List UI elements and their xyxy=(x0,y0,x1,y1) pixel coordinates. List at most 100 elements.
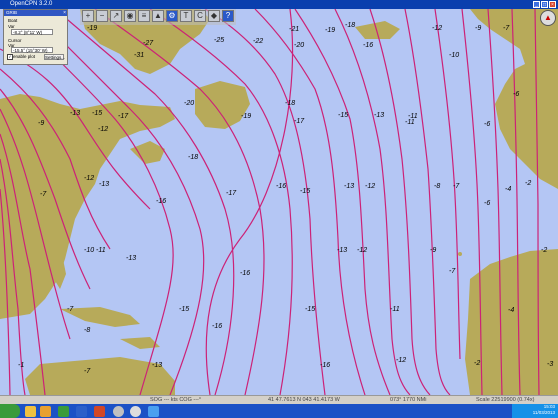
isogonic-label: -27 xyxy=(143,40,154,47)
isogonic-label: -12 xyxy=(365,183,375,190)
ship-icon[interactable]: ▲ xyxy=(152,10,164,22)
isogonic-label: -7 xyxy=(453,183,460,190)
isogonic-label: -16 xyxy=(240,270,250,277)
ais-icon[interactable]: ◆ xyxy=(208,10,220,22)
start-button[interactable] xyxy=(0,404,20,418)
isogonic-label: -2 xyxy=(525,180,531,187)
cursor-var-field: -15.5° (15°30' W) xyxy=(11,47,53,53)
isogonic-label: -8 xyxy=(434,183,440,190)
isogonic-label: -9 xyxy=(430,247,436,254)
help-icon[interactable]: ? xyxy=(222,10,234,22)
tracking-icon[interactable]: ≡ xyxy=(138,10,150,22)
isogonic-label: -9 xyxy=(475,25,481,32)
isogonic-label: -4 xyxy=(505,186,511,193)
settings-button[interactable]: Settings... xyxy=(44,54,65,60)
maximize-button[interactable]: □ xyxy=(541,1,548,8)
folder-icon[interactable] xyxy=(25,406,36,417)
isogonic-label: -15 xyxy=(92,110,102,117)
main-toolbar: + − ↗ ◉ ≡ ▲ ⚙ T C ◆ ? xyxy=(80,9,236,25)
isogonic-label: -2 xyxy=(541,247,547,254)
excel-icon[interactable] xyxy=(58,406,69,417)
isogonic-label: -12 xyxy=(396,357,406,364)
isogonic-label: -16 xyxy=(212,323,222,330)
dialog-title: GRIB xyxy=(4,10,67,16)
isogonic-label: -13 xyxy=(374,112,384,119)
grib-dialog: GRIB × Boat Var -8.2° (8°11' W) Cursor V… xyxy=(3,9,68,65)
boat-label: Boat xyxy=(8,18,18,23)
isogonic-label: -12 xyxy=(98,126,108,133)
isogonic-label: -21 xyxy=(289,26,299,33)
isogonic-label: -12 xyxy=(84,175,94,182)
opencpn-icon[interactable] xyxy=(130,406,141,417)
isogonic-label: -16 xyxy=(320,362,330,369)
currents-icon[interactable]: C xyxy=(194,10,206,22)
isogonic-label: -13 xyxy=(344,183,354,190)
isogonic-label: -13 xyxy=(152,362,162,369)
compass-icon[interactable]: ▲ xyxy=(540,10,556,26)
isogonic-label: -15 xyxy=(338,112,348,119)
isogonic-label: -19 xyxy=(87,25,97,32)
isogonic-label: -13 xyxy=(126,255,136,262)
isogonic-label: -12 xyxy=(357,247,367,254)
isogonic-label: -7 xyxy=(84,368,91,375)
settings-icon[interactable]: ⚙ xyxy=(166,10,178,22)
isogonic-label: -6 xyxy=(484,121,490,128)
enable-plot-label: enable plot xyxy=(13,54,36,59)
isogonic-label: -13 xyxy=(70,110,80,117)
route-icon[interactable]: ↗ xyxy=(110,10,122,22)
isogonic-label: -7 xyxy=(449,268,456,275)
isogonic-label: -3 xyxy=(547,361,553,368)
isogonic-label: -6 xyxy=(484,200,490,207)
close-button[interactable]: × xyxy=(549,1,556,8)
dialog-close-button[interactable]: × xyxy=(63,10,66,16)
explorer-icon[interactable] xyxy=(40,406,51,417)
isogonic-label: -18 xyxy=(285,100,295,107)
zoom-in-icon[interactable]: + xyxy=(82,10,94,22)
isogonic-label: -6 xyxy=(513,91,519,98)
isogonic-label: -10 xyxy=(449,52,459,59)
isogonic-label: -19 xyxy=(325,27,335,34)
isogonic-label: -7 xyxy=(40,191,47,198)
isogonic-label: -11 xyxy=(96,247,106,254)
isogonic-label: -16 xyxy=(156,198,166,205)
isogonic-label: -15 xyxy=(179,306,189,313)
isogonic-label: -7 xyxy=(503,25,510,32)
isogonic-label: -12 xyxy=(432,25,442,32)
word-icon[interactable] xyxy=(76,406,87,417)
isogonic-label: -22 xyxy=(253,38,263,45)
system-tray: 15:03 11/03/2013 xyxy=(512,404,558,418)
isogonic-label: -19 xyxy=(241,113,251,120)
isogonic-label: -13 xyxy=(99,181,109,188)
powerpoint-icon[interactable] xyxy=(94,406,105,417)
isogonic-label: -20 xyxy=(184,100,194,107)
zoom-out-icon[interactable]: − xyxy=(96,10,108,22)
isogonic-label: -25 xyxy=(214,37,224,44)
isogonic-label: -8 xyxy=(84,327,90,334)
media-icon[interactable] xyxy=(113,406,124,417)
isogonic-label: -17 xyxy=(294,118,305,125)
isogonic-label: -15 xyxy=(305,306,315,313)
isogonic-label: -18 xyxy=(188,154,198,161)
isogonic-label: -11 xyxy=(405,119,415,126)
minimize-button[interactable]: _ xyxy=(533,1,540,8)
isogonic-label: -17 xyxy=(226,190,237,197)
isogonic-label: -17 xyxy=(118,113,129,120)
isogonic-label: -2 xyxy=(474,360,480,367)
tides-icon[interactable]: T xyxy=(180,10,192,22)
isogonic-label: -16 xyxy=(276,183,286,190)
chart-canvas[interactable]: -19 -27 -31 -25 -22 -21 -20 -19 -18 -16 -12 -9 -7 -10… xyxy=(0,9,558,395)
boat-var-field: -8.2° (8°11' W) xyxy=(11,29,53,35)
isogonic-label: -11 xyxy=(390,306,400,313)
taskbar: 15:03 11/03/2013 xyxy=(0,404,558,418)
mob-icon[interactable]: ◉ xyxy=(124,10,136,22)
isogonic-label: -10 xyxy=(84,247,94,254)
window-titlebar[interactable]: OpenCPN 3.2.0 _ □ × xyxy=(0,0,558,9)
isogonic-label: -18 xyxy=(345,22,355,29)
isogonic-label: -31 xyxy=(134,52,144,59)
isogonic-label: -9 xyxy=(38,120,44,127)
isogonic-label: -1 xyxy=(18,362,24,369)
clock-date: 11/03/2013 xyxy=(532,410,555,415)
ie-icon[interactable] xyxy=(148,406,159,417)
isogonic-label: -7 xyxy=(67,306,74,313)
window-title: OpenCPN 3.2.0 xyxy=(10,1,53,7)
